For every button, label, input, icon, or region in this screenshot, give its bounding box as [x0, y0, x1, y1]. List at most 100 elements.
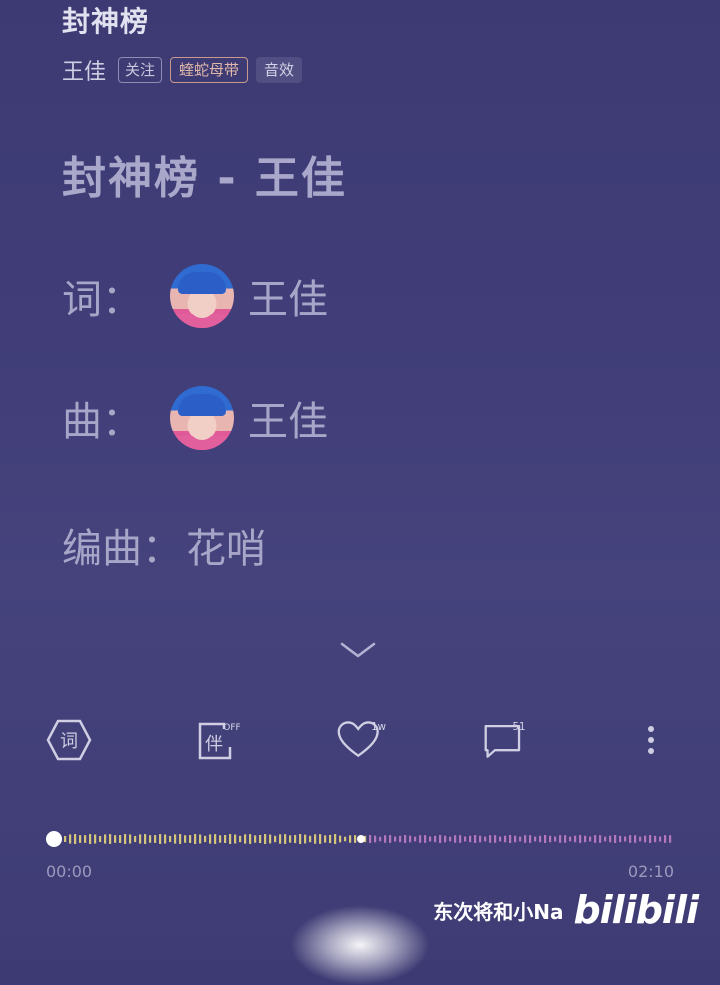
waveform-bar	[84, 835, 87, 843]
more-vertical-icon	[648, 726, 654, 754]
waveform-bar	[274, 835, 277, 843]
waveform-bar	[204, 835, 207, 843]
waveform-bar	[124, 834, 127, 844]
waveform-bar	[354, 835, 357, 843]
watermark: 东次将和小Na bilibili	[433, 888, 699, 932]
waveform-bar	[189, 835, 192, 843]
composer-avatar[interactable]	[170, 386, 234, 450]
waveform-bar	[224, 834, 227, 844]
waveform-bar	[669, 835, 672, 843]
waveform-bar	[484, 836, 487, 842]
composer-label: 曲：	[62, 399, 142, 445]
waveform-bar	[244, 834, 247, 844]
waveform-bar	[659, 836, 662, 842]
waveform-bar	[139, 834, 142, 844]
accompaniment-button[interactable]: 伴 OFF	[192, 710, 242, 770]
waveform-bar	[444, 835, 447, 843]
waveform-bar	[609, 835, 612, 843]
waveform-bar	[334, 834, 337, 844]
arranger-row: 编曲： 花哨	[62, 516, 266, 574]
waveform-bar	[489, 835, 492, 843]
like-button[interactable]: 1w	[336, 710, 386, 770]
comment-count: 51	[513, 722, 526, 733]
waveform-bar	[454, 835, 457, 843]
waveform-bar	[304, 834, 307, 844]
waveform-bar	[164, 834, 167, 844]
play-button-glow[interactable]	[290, 905, 430, 985]
waveform-bar	[234, 834, 237, 844]
lyricist-label: 词：	[62, 277, 142, 323]
heart-icon: 1w	[337, 721, 386, 758]
waveform-bar	[109, 834, 112, 844]
waveform-bar	[449, 836, 452, 842]
accompaniment-state: OFF	[223, 723, 240, 733]
artist-name[interactable]: 王佳	[62, 54, 106, 86]
waveform-bar	[409, 835, 412, 843]
waveform-bar	[639, 836, 642, 842]
composer-name[interactable]: 王佳	[248, 389, 328, 447]
lyrics-button[interactable]: 词	[44, 710, 94, 770]
waveform-bar	[214, 834, 217, 844]
waveform-bar	[644, 835, 647, 843]
waveform-bar	[519, 836, 522, 842]
waveform-bar	[399, 835, 402, 843]
waveform-bar	[604, 836, 607, 842]
progress-bar[interactable]	[46, 826, 674, 850]
waveform-bar	[594, 835, 597, 843]
lyricist-name[interactable]: 王佳	[248, 267, 328, 325]
waveform-bar	[349, 835, 352, 843]
waveform-bar	[619, 835, 622, 843]
waveform-bar	[259, 834, 262, 844]
waveform-bar	[459, 835, 462, 843]
lyrics-icon-char: 词	[60, 731, 78, 752]
like-count: 1w	[371, 722, 386, 733]
waveform-bar	[414, 836, 417, 842]
waveform-bar	[194, 834, 197, 844]
waveform-bar	[509, 835, 512, 843]
waveform-bar	[629, 835, 632, 843]
waveform-bars	[64, 834, 672, 844]
waveform-bar	[624, 836, 627, 842]
waveform-bar	[119, 835, 122, 843]
waveform-bar	[299, 834, 302, 844]
waveform-bar	[474, 835, 477, 843]
waveform-bar	[254, 835, 257, 843]
collapse-chevron-icon[interactable]	[340, 640, 376, 660]
waveform-bar	[344, 836, 347, 842]
waveform-bar	[294, 834, 297, 844]
waveform-bar	[634, 835, 637, 843]
waveform-bar	[184, 835, 187, 843]
accompaniment-icon-char: 伴	[205, 734, 223, 755]
arranger-name: 花哨	[186, 526, 266, 572]
waveform-bar	[524, 835, 527, 843]
effect-tag[interactable]: 蝰蛇母带	[170, 57, 249, 83]
waveform-bar	[79, 835, 82, 843]
waveform-bar	[239, 835, 242, 843]
waveform-bar	[69, 834, 72, 844]
comment-button[interactable]: 51	[482, 710, 532, 770]
waveform-bar	[154, 835, 157, 843]
comment-icon: 51	[484, 722, 526, 758]
waveform-bar	[329, 834, 332, 844]
waveform-bar	[339, 835, 342, 843]
waveform-bar	[279, 834, 282, 844]
waveform-bar	[539, 835, 542, 843]
follow-button[interactable]: 关注	[118, 57, 163, 83]
more-options-button[interactable]	[626, 710, 676, 770]
waveform-bar	[424, 835, 427, 843]
waveform-bar	[429, 836, 432, 842]
waveform-bar	[379, 836, 382, 842]
waveform-bar	[404, 835, 407, 843]
waveform-bar	[394, 836, 397, 842]
waveform-bar	[549, 835, 552, 843]
lyrics-hexagon-icon: 词	[46, 719, 92, 761]
waveform-bar	[529, 835, 532, 843]
waveform-bar	[389, 835, 392, 843]
waveform-bar	[499, 836, 502, 842]
lyricist-avatar[interactable]	[170, 264, 234, 328]
progress-thumb[interactable]	[46, 831, 62, 847]
accompaniment-icon: 伴 OFF	[198, 722, 240, 760]
sound-effect-button[interactable]: 音效	[256, 57, 303, 83]
waveform-bar	[559, 835, 562, 843]
waveform-bar	[284, 834, 287, 844]
